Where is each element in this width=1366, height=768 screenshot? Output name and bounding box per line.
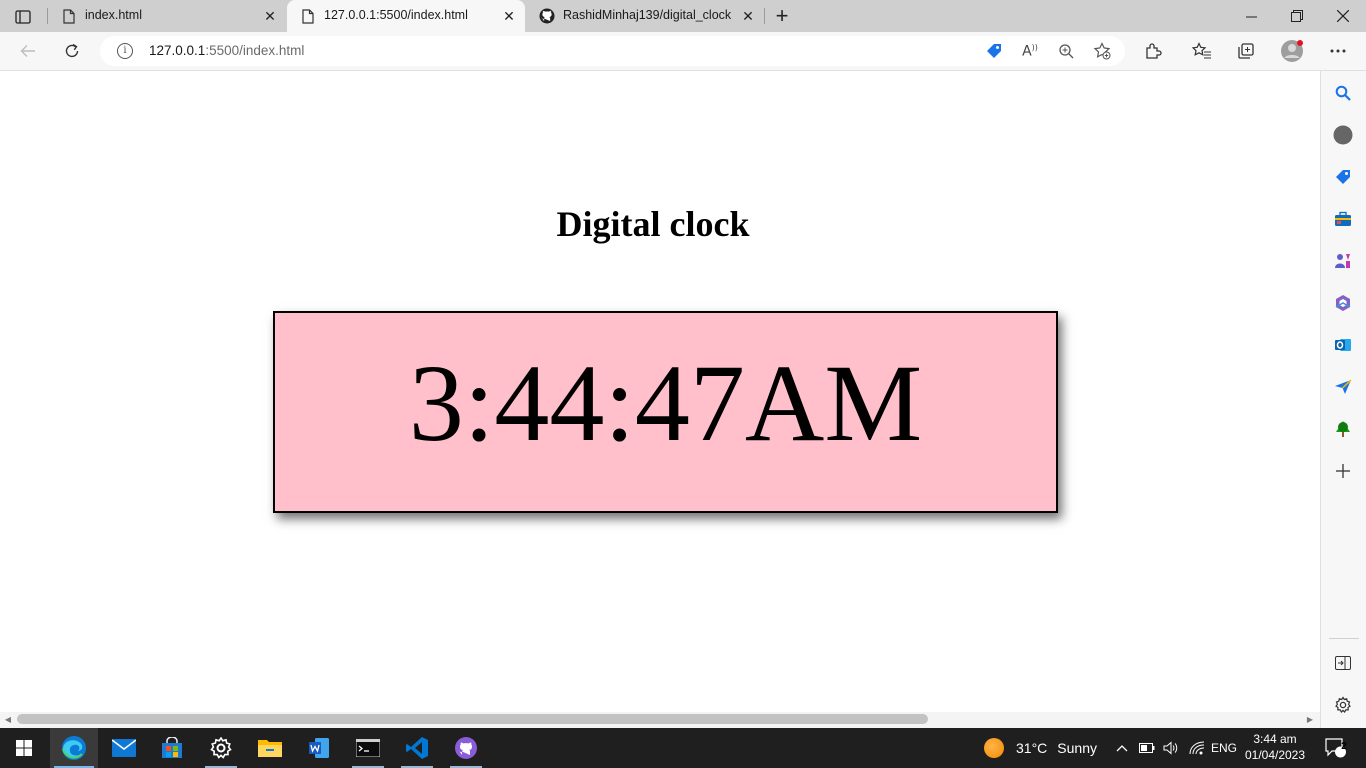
taskbar-date: 01/04/2023 [1244,748,1306,762]
chevron-up-icon[interactable] [1113,728,1131,768]
clock-time: 3:44:47AM [408,342,923,464]
coupon-tag-icon[interactable] [984,41,1004,61]
start-icon[interactable] [0,728,48,768]
toolbar: i 127.0.0.1:5500/index.html A)) [0,32,1366,71]
tab-separator [764,8,765,24]
weather-widget[interactable]: 31°C Sunny [984,728,1097,768]
edge-sidebar [1320,71,1366,728]
games-icon[interactable] [1332,250,1354,272]
search-icon[interactable] [1332,82,1354,104]
notification-icon[interactable]: 2 [1320,728,1352,768]
favorites-icon[interactable] [1188,38,1216,64]
outlook-icon[interactable] [1332,334,1354,356]
tab-localhost[interactable]: 127.0.0.1:5500/index.html ✕ [287,0,525,32]
volume-icon[interactable] [1161,728,1181,768]
add-icon[interactable] [1332,460,1354,482]
tab-actions-icon[interactable] [10,6,36,28]
address-bar[interactable]: i 127.0.0.1:5500/index.html A)) [100,36,1125,66]
page-title: Digital clock [556,204,750,244]
tab-title: RashidMinhaj139/digital_clock [563,8,732,22]
more-menu-icon[interactable] [1324,38,1352,64]
circle-icon[interactable] [1332,124,1354,146]
extensions-icon[interactable] [1139,38,1167,64]
vscode-icon[interactable] [393,728,441,768]
file-icon [300,8,316,24]
file-icon [61,8,77,24]
store-icon[interactable] [148,728,196,768]
close-icon[interactable]: ✕ [501,8,517,24]
language-indicator[interactable]: ENG [1210,728,1238,768]
tab-title: 127.0.0.1:5500/index.html [324,8,468,22]
toolbox-icon[interactable] [1332,208,1354,230]
battery-icon[interactable] [1137,728,1157,768]
settings-icon[interactable] [1332,694,1354,716]
wifi-icon[interactable] [1187,728,1207,768]
settings-app-icon[interactable] [197,728,245,768]
file-explorer-icon[interactable] [246,728,294,768]
browser-window: index.html ✕ 127.0.0.1:5500/index.html ✕… [0,0,1366,728]
tab-github[interactable]: RashidMinhaj139/digital_clock ✕ [526,0,764,32]
minimize-button[interactable] [1228,0,1274,32]
taskbar-clock[interactable]: 3:44 am 01/04/2023 [1240,731,1310,763]
sidebar-divider [1329,638,1359,639]
office-icon[interactable] [1332,292,1354,314]
tree-icon[interactable] [1332,418,1354,440]
zoom-icon[interactable] [1056,41,1076,61]
close-icon[interactable]: ✕ [262,8,278,24]
add-favorite-icon[interactable] [1092,41,1112,61]
tab-title: index.html [85,8,142,22]
url-text[interactable]: 127.0.0.1:5500/index.html [149,43,304,58]
info-icon[interactable]: i [117,43,133,59]
taskbar-time: 3:44 am [1253,732,1297,746]
scrollbar-thumb[interactable] [17,714,928,724]
scroll-right-icon[interactable]: ▶ [1305,715,1315,725]
close-window-button[interactable] [1320,0,1366,32]
sun-icon [984,738,1004,758]
tab-strip: index.html ✕ 127.0.0.1:5500/index.html ✕… [0,0,1366,32]
weather-text: Sunny [1057,740,1097,756]
tag-icon[interactable] [1332,166,1354,188]
horizontal-scrollbar[interactable]: ◀ ▶ [0,712,1320,728]
collections-icon[interactable] [1232,38,1260,64]
word-icon[interactable] [295,728,343,768]
mail-icon[interactable] [100,728,148,768]
taskbar: 31°C Sunny ENG 3:44 am 01/04/2023 2 [0,728,1366,768]
split-screen-icon[interactable] [1332,652,1354,674]
scroll-left-icon[interactable]: ◀ [3,715,13,725]
send-icon[interactable] [1332,376,1354,398]
back-icon[interactable] [14,38,42,64]
tab-index-html[interactable]: index.html ✕ [48,0,286,32]
refresh-icon[interactable] [58,38,86,64]
restore-button[interactable] [1274,0,1320,32]
profile-avatar[interactable] [1278,38,1306,64]
github-icon [539,8,555,24]
terminal-icon[interactable] [344,728,392,768]
github-desktop-icon[interactable] [442,728,490,768]
notification-count: 2 [1341,741,1347,752]
new-tab-button[interactable]: + [770,3,794,28]
weather-temp: 31°C [1016,740,1048,756]
close-icon[interactable]: ✕ [740,8,756,24]
clock-display: 3:44:47AM [273,311,1058,513]
read-aloud-icon[interactable]: A)) [1020,41,1040,61]
page-content: Digital clock 3:44:47AM [0,71,1320,712]
edge-icon[interactable] [50,728,98,768]
